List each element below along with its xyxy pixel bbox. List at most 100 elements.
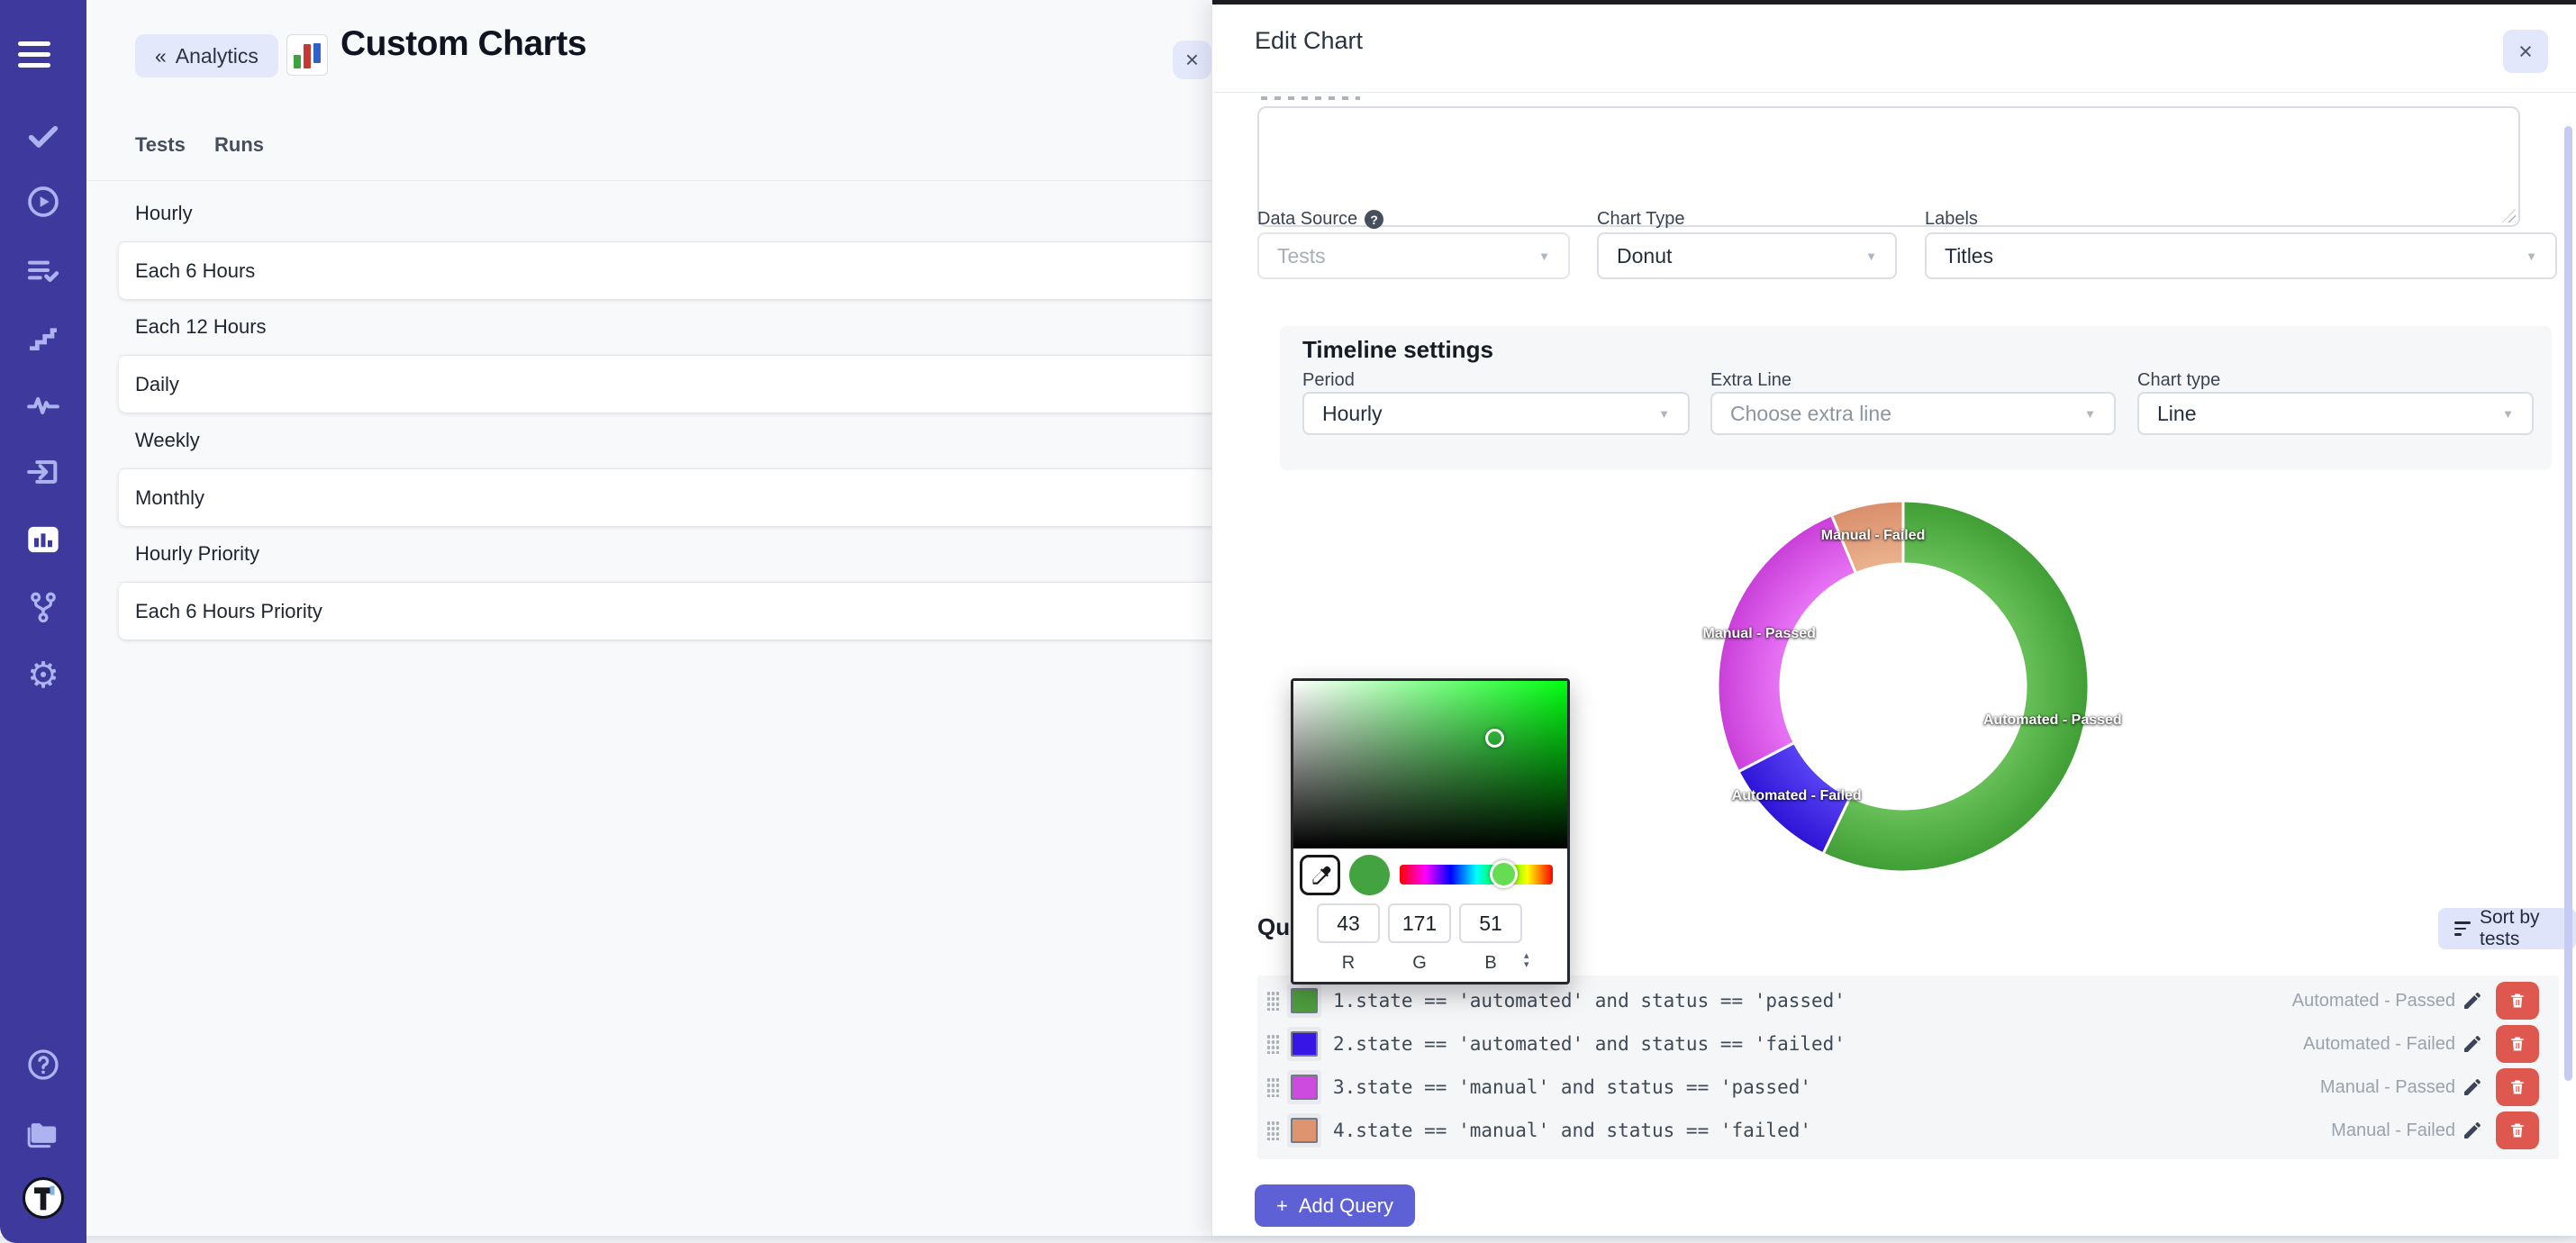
back-to-analytics-button[interactable]: « Analytics — [135, 34, 278, 77]
check-icon[interactable] — [23, 116, 63, 156]
app-logo[interactable] — [23, 1178, 63, 1218]
chart-list-item[interactable]: Each 6 Hours Priority — [119, 583, 1223, 640]
labels-select[interactable]: Titles ▼ — [1925, 232, 2557, 279]
green-label: G — [1388, 953, 1451, 974]
chart-list-item[interactable]: Monthly — [119, 469, 1223, 526]
saturation-cursor[interactable] — [1485, 729, 1504, 748]
extra-line-select[interactable]: Choose extra line ▼ — [1710, 392, 2116, 435]
query-row: 2.state == 'automated' and status == 'fa… — [1257, 1024, 2559, 1064]
query-label: Automated - Failed — [2303, 1034, 2455, 1055]
sign-in-icon[interactable] — [23, 452, 63, 492]
color-picker-popover: R G B ▴▾ — [1291, 678, 1570, 984]
query-expression: 4.state == 'manual' and status == 'faile… — [1333, 1120, 1811, 1141]
chevron-down-icon: ▼ — [2502, 407, 2514, 421]
branch-icon[interactable] — [23, 587, 63, 627]
back-button-label: Analytics — [176, 44, 259, 68]
delete-query-button[interactable] — [2496, 1068, 2539, 1106]
query-label: Manual - Failed — [2331, 1121, 2455, 1141]
query-expression: 3.state == 'manual' and status == 'passe… — [1333, 1076, 1811, 1098]
chart-list-item[interactable]: Weekly — [119, 413, 1223, 469]
query-color-swatch[interactable] — [1287, 1027, 1321, 1061]
query-row: 3.state == 'manual' and status == 'passe… — [1257, 1067, 2559, 1107]
timeline-chart-type-select[interactable]: Line ▼ — [2137, 392, 2534, 435]
drawer-title: Edit Chart — [1255, 27, 1363, 55]
chevron-down-icon: ▼ — [1658, 407, 1670, 421]
divider — [86, 180, 1225, 181]
chart-list-item[interactable]: Hourly — [119, 186, 1223, 242]
saturation-brightness-area[interactable] — [1293, 681, 1567, 848]
blue-label: B — [1459, 953, 1522, 974]
edit-pencil-icon[interactable] — [2462, 990, 2483, 1012]
eyedropper-button[interactable] — [1300, 855, 1340, 895]
drag-handle-icon[interactable] — [1266, 991, 1280, 1011]
chart-description-textarea[interactable] — [1257, 106, 2520, 227]
chart-list-item[interactable]: Each 12 Hours — [119, 299, 1223, 356]
chart-type-label: Chart Type — [1597, 209, 1684, 230]
page-bottom-strip — [0, 1236, 2576, 1243]
drag-handle-icon[interactable] — [1266, 1077, 1280, 1097]
drag-handle-icon[interactable] — [1266, 1034, 1280, 1054]
query-row: 4.state == 'manual' and status == 'faile… — [1257, 1111, 2559, 1150]
blue-value-input[interactable] — [1459, 903, 1522, 943]
add-query-button[interactable]: + Add Query — [1255, 1184, 1415, 1227]
delete-query-button[interactable] — [2496, 1111, 2539, 1149]
red-value-input[interactable] — [1317, 903, 1380, 943]
donut-chart[interactable] — [1669, 452, 2137, 921]
bar-chart-emoji-icon — [286, 34, 328, 76]
query-color-swatch[interactable] — [1287, 1070, 1321, 1104]
list-check-icon[interactable] — [23, 250, 63, 290]
delete-query-button[interactable] — [2496, 1025, 2539, 1063]
tab-tests[interactable]: Tests — [135, 133, 186, 157]
current-color-swatch[interactable] — [1349, 855, 1390, 895]
chart-list-item[interactable]: Hourly Priority — [119, 526, 1223, 583]
hue-slider-thumb[interactable] — [1490, 860, 1518, 888]
query-color-swatch[interactable] — [1287, 1113, 1321, 1148]
menu-icon[interactable] — [18, 41, 50, 70]
donut-slice[interactable] — [1718, 515, 1856, 772]
scrollbar-thumb[interactable] — [2564, 126, 2572, 1081]
data-source-select[interactable]: Tests ▼ — [1257, 232, 1570, 279]
delete-query-button[interactable] — [2496, 982, 2539, 1020]
close-drawer-button[interactable]: × — [2503, 30, 2548, 73]
red-label: R — [1317, 953, 1380, 974]
play-circle-icon[interactable] — [23, 182, 63, 222]
hue-slider[interactable] — [1400, 865, 1553, 885]
timeline-chart-type-label: Chart type — [2137, 370, 2220, 391]
extra-line-label: Extra Line — [1710, 370, 1791, 391]
steps-icon[interactable] — [23, 318, 63, 358]
period-select[interactable]: Hourly ▼ — [1302, 392, 1690, 435]
color-mode-toggle-icon[interactable]: ▴▾ — [1524, 951, 1529, 969]
edit-pencil-icon[interactable] — [2462, 1033, 2483, 1055]
chevron-down-icon: ▼ — [1865, 250, 1877, 263]
drawer-top-border — [1212, 0, 2576, 5]
close-panel-button[interactable]: × — [1173, 41, 1211, 79]
chevron-down-icon: ▼ — [2526, 250, 2537, 263]
plus-icon: + — [1276, 1194, 1288, 1218]
query-color-swatch[interactable] — [1287, 984, 1321, 1018]
query-expression: 2.state == 'automated' and status == 'fa… — [1333, 1033, 1846, 1055]
chevron-down-icon: ▼ — [2084, 407, 2096, 421]
green-value-input[interactable] — [1388, 903, 1451, 943]
chevron-left-icon: « — [155, 44, 167, 68]
query-label: Manual - Passed — [2320, 1077, 2455, 1098]
chart-type-select[interactable]: Donut ▼ — [1597, 232, 1897, 279]
timeline-settings-heading: Timeline settings — [1302, 336, 1493, 364]
pulse-icon[interactable] — [23, 384, 63, 423]
query-list: 1.state == 'automated' and status == 'pa… — [1257, 975, 2559, 1159]
folder-icon[interactable] — [23, 1113, 63, 1153]
edit-pencil-icon[interactable] — [2462, 1076, 2483, 1098]
sidebar: ⚙ — [0, 0, 86, 1243]
help-circle-icon[interactable]: ? — [1365, 210, 1383, 229]
tab-runs[interactable]: Runs — [214, 133, 264, 157]
clipped-field-label — [1261, 96, 1360, 100]
chevron-down-icon: ▼ — [1538, 250, 1550, 263]
bar-chart-icon[interactable] — [23, 520, 63, 559]
query-label: Automated - Passed — [2292, 991, 2455, 1012]
chart-list-item[interactable]: Daily — [119, 356, 1223, 413]
edit-pencil-icon[interactable] — [2462, 1120, 2483, 1141]
help-icon[interactable] — [23, 1045, 63, 1084]
chart-list-item[interactable]: Each 6 Hours — [119, 242, 1223, 299]
sort-by-tests-button[interactable]: Sort by tests — [2438, 908, 2576, 949]
drag-handle-icon[interactable] — [1266, 1121, 1280, 1140]
gear-icon[interactable]: ⚙ — [23, 656, 63, 695]
